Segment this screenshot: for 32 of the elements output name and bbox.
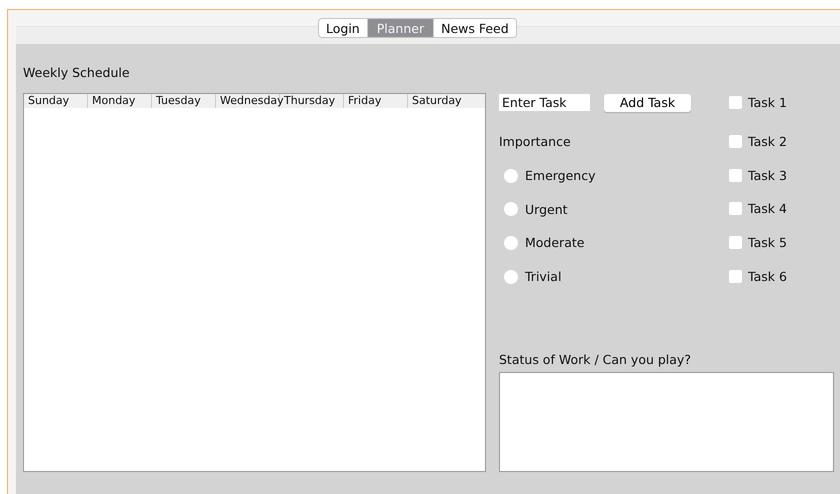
radio-label: Trivial xyxy=(525,269,562,284)
checkbox[interactable] xyxy=(729,168,742,182)
section-title: Weekly Schedule xyxy=(23,65,131,81)
radio-label: Emergency xyxy=(525,168,596,183)
task-input-field[interactable]: Enter Task xyxy=(499,94,590,111)
add-task-button[interactable]: Add Task xyxy=(604,94,691,112)
status-label: Status of Work / Can you play? xyxy=(499,352,692,367)
checkbox-label: Task 1 xyxy=(748,95,787,110)
column-header[interactable]: Saturday xyxy=(408,94,478,108)
checkbox[interactable] xyxy=(729,236,742,250)
radio-button[interactable] xyxy=(504,202,518,216)
checkbox[interactable] xyxy=(729,202,742,216)
checkbox-label: Task 4 xyxy=(748,201,787,216)
column-header[interactable]: Tuesday xyxy=(152,94,216,108)
checkbox-label: Task 2 xyxy=(748,134,787,149)
checkbox[interactable] xyxy=(729,96,742,109)
checkbox-label: Task 3 xyxy=(748,168,787,183)
radio-button[interactable] xyxy=(504,168,518,182)
status-text-area[interactable] xyxy=(499,372,834,472)
radio-label: Urgent xyxy=(525,202,568,217)
radio-button[interactable] xyxy=(504,270,518,284)
checkbox[interactable] xyxy=(729,270,742,283)
column-header[interactable]: Monday xyxy=(88,94,152,108)
checkbox-label: Task 5 xyxy=(748,235,787,250)
importance-label: Importance xyxy=(499,133,572,150)
column-header[interactable]: Sunday xyxy=(24,94,88,108)
checkbox[interactable] xyxy=(729,135,742,148)
column-header[interactable]: Friday xyxy=(344,94,408,108)
checkbox-label: Task 6 xyxy=(748,268,787,284)
tab[interactable]: Login xyxy=(319,19,368,37)
radio-button[interactable] xyxy=(504,236,518,250)
radio-label: Moderate xyxy=(525,235,584,250)
